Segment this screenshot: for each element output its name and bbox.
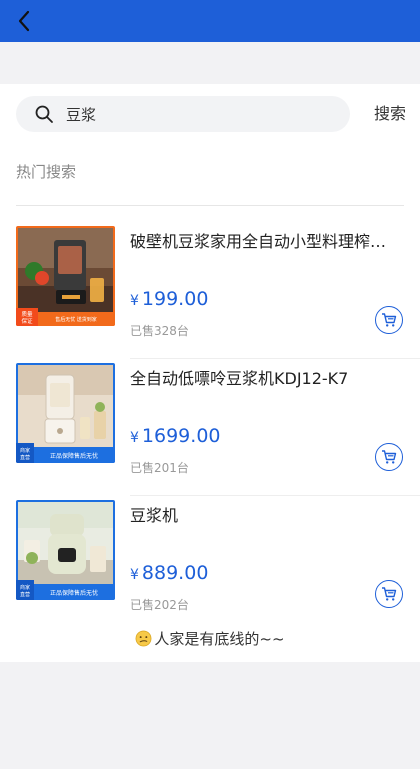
product-thumbnail: 商家 直营 正品保障售后无忧 — [16, 500, 115, 600]
product-thumbnail: 质量 保证 售后无忧 送货到家 — [16, 226, 115, 326]
add-to-cart-button[interactable] — [375, 306, 403, 334]
product-name[interactable]: 全自动低嘌呤豆浆机KDJ12-K7 — [130, 365, 400, 389]
price-currency: ¥ — [130, 430, 139, 446]
svg-text:售后无忧 送货到家: 售后无忧 送货到家 — [55, 316, 97, 323]
end-of-list-text: 人家是有底线的~~ — [154, 630, 285, 648]
search-input[interactable] — [66, 105, 316, 123]
svg-text:正品保障售后无忧: 正品保障售后无忧 — [50, 452, 98, 460]
cart-icon — [382, 313, 397, 327]
svg-text:直营: 直营 — [20, 454, 30, 461]
spacer — [0, 42, 420, 84]
svg-text:质量: 质量 — [21, 310, 33, 318]
price-currency: ¥ — [130, 567, 139, 583]
svg-text:直营: 直营 — [20, 591, 30, 598]
price-value: 199.00 — [141, 288, 209, 310]
svg-text:保证: 保证 — [21, 317, 33, 325]
price-value: 889.00 — [141, 562, 209, 584]
product-price: ¥ 889.00 — [130, 562, 208, 584]
end-of-list-note: 人家是有底线的~~ — [0, 628, 420, 649]
search-button[interactable]: 搜索 — [374, 96, 406, 132]
add-to-cart-button[interactable] — [375, 580, 403, 608]
search-box[interactable] — [16, 96, 350, 132]
search-row: 搜索 — [16, 96, 406, 132]
svg-text:正品保障售后无忧: 正品保障售后无忧 — [50, 589, 98, 597]
product-price: ¥ 199.00 — [130, 288, 208, 310]
add-to-cart-button[interactable] — [375, 443, 403, 471]
chevron-left-icon — [18, 10, 30, 32]
back-button[interactable] — [10, 6, 38, 36]
search-icon — [34, 104, 54, 124]
product-item[interactable]: 商家 直营 正品保障售后无忧 全自动低嘌呤豆浆机KDJ12-K7 ¥ 1699.… — [0, 359, 420, 496]
product-name[interactable]: 豆浆机 — [130, 502, 400, 526]
svg-text:商家: 商家 — [20, 584, 30, 591]
confused-face-icon — [135, 630, 152, 647]
sold-count: 已售201台 — [130, 461, 189, 475]
price-currency: ¥ — [130, 293, 139, 309]
price-value: 1699.00 — [141, 425, 221, 447]
search-results-panel: 搜索 热门搜索 质量 保证 售后无忧 送货到家 — [0, 84, 420, 662]
top-nav-bar — [0, 0, 420, 42]
product-item[interactable]: 商家 直营 正品保障售后无忧 豆浆机 ¥ 889.00 已售202台 — [0, 496, 420, 626]
product-name[interactable]: 破壁机豆浆家用全自动小型料理榨… — [130, 228, 400, 252]
hot-search-label: 热门搜索 — [16, 163, 77, 181]
sold-count: 已售328台 — [130, 324, 189, 338]
product-price: ¥ 1699.00 — [130, 425, 221, 447]
product-item[interactable]: 质量 保证 售后无忧 送货到家 破壁机豆浆家用全自动小型料理榨… ¥ 199.0… — [0, 222, 420, 359]
divider — [16, 205, 404, 206]
product-thumbnail: 商家 直营 正品保障售后无忧 — [16, 363, 115, 463]
cart-icon — [382, 587, 397, 601]
cart-icon — [382, 450, 397, 464]
sold-count: 已售202台 — [130, 598, 189, 612]
svg-text:商家: 商家 — [20, 447, 30, 454]
